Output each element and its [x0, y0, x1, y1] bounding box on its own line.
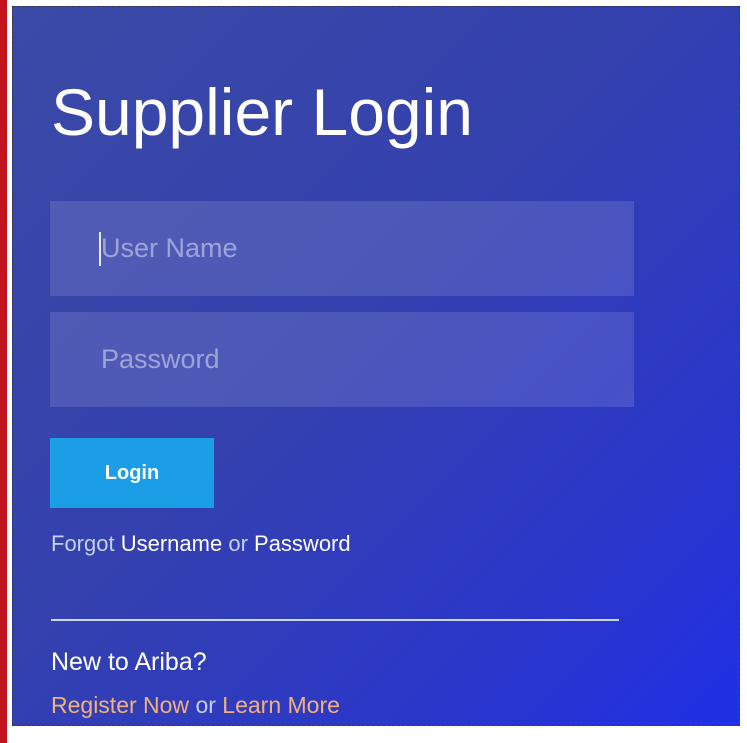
page-frame: Supplier Login Login Forgot Username or … — [0, 0, 747, 743]
red-frame-edge — [0, 0, 7, 743]
forgot-or: or — [228, 531, 248, 556]
register-line: Register Now or Learn More — [51, 692, 340, 719]
forgot-username-link[interactable]: Username — [121, 531, 222, 556]
supplier-login-panel: Supplier Login Login Forgot Username or … — [12, 6, 740, 726]
login-button[interactable]: Login — [50, 438, 214, 508]
password-input[interactable] — [50, 312, 634, 407]
forgot-prefix: Forgot — [51, 531, 115, 556]
register-now-link[interactable]: Register Now — [51, 692, 189, 718]
password-field[interactable] — [50, 312, 634, 407]
username-field[interactable] — [50, 201, 634, 296]
learn-more-link[interactable]: Learn More — [222, 692, 340, 718]
divider — [51, 619, 619, 621]
forgot-password-link[interactable]: Password — [254, 531, 351, 556]
new-to-ariba-heading: New to Ariba? — [51, 648, 207, 676]
register-or: or — [195, 692, 216, 718]
forgot-credentials-line: Forgot Username or Password — [51, 531, 351, 557]
page-title: Supplier Login — [51, 75, 473, 149]
username-input[interactable] — [50, 201, 634, 296]
